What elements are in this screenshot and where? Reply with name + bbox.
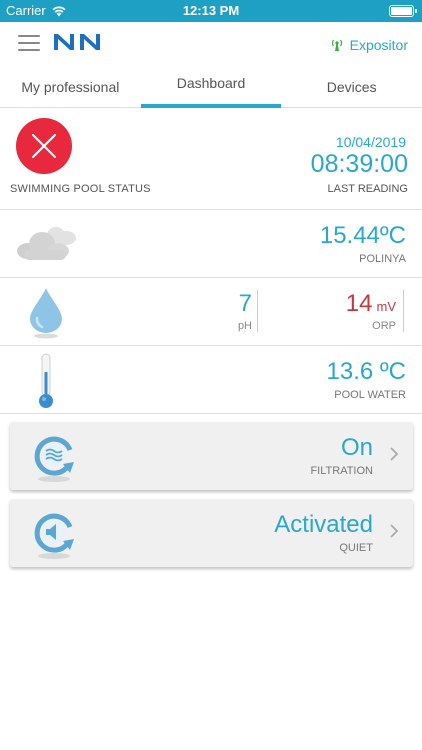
last-reading-time: 08:39:00	[310, 150, 408, 178]
status-time: 12:13 PM	[182, 3, 240, 18]
orp-divider	[403, 290, 404, 332]
last-reading-date: 10/04/2019	[335, 134, 406, 150]
quiet-mode-icon	[34, 513, 74, 559]
status-bar: Carrier 12:13 PM	[0, 0, 422, 22]
last-reading-label: LAST READING	[327, 183, 409, 195]
weather-location: POLINYA	[359, 253, 406, 265]
chevron-right-icon	[390, 524, 399, 538]
filtration-card[interactable]: On FILTRATION	[10, 422, 413, 490]
filtration-label: FILTRATION	[310, 465, 373, 477]
chevron-right-icon	[390, 447, 399, 461]
orp-label: ORP	[372, 320, 396, 332]
logo	[54, 34, 100, 50]
filtration-value: On	[340, 434, 373, 461]
pool-water-temperature: 13.6 ºC	[326, 358, 406, 385]
site-name: Expositor	[349, 37, 408, 53]
ph-label: pH	[237, 320, 252, 332]
battery-icon	[389, 5, 417, 17]
error-x-icon	[16, 118, 72, 174]
pool-status-row: SWIMMING POOL STATUS 10/04/2019 08:39:00…	[0, 108, 422, 210]
quiet-label: QUIET	[339, 542, 373, 554]
cloud-icon	[17, 227, 76, 260]
quiet-value: Activated	[274, 511, 373, 538]
site-selector[interactable]: Expositor	[330, 37, 408, 53]
orp-value: 14	[345, 290, 373, 317]
weather-row: 15.44ºC POLINYA	[0, 210, 422, 278]
pool-water-label: POOL WATER	[334, 389, 406, 401]
quiet-card[interactable]: Activated QUIET	[10, 499, 413, 567]
weather-temperature: 15.44ºC	[319, 222, 406, 249]
pool-water-row: 13.6 ºC POOL WATER	[0, 346, 422, 414]
signal-tower-icon	[331, 39, 342, 51]
water-drop-icon	[30, 288, 62, 339]
ph-value: 7	[238, 290, 252, 317]
tab-bar: My professional Dashboard Devices	[0, 66, 422, 108]
chemistry-row: 7 pH 14 mV ORP	[0, 278, 422, 346]
thermometer-icon	[39, 353, 53, 408]
app-header: Expositor	[0, 22, 422, 66]
ph-divider	[257, 290, 258, 332]
orp-reading: 14 mV	[346, 290, 396, 318]
tab-my-professional[interactable]: My professional	[0, 66, 141, 107]
orp-unit: mV	[376, 299, 397, 314]
filtration-icon	[34, 436, 74, 482]
menu-icon[interactable]	[18, 35, 40, 51]
tab-devices[interactable]: Devices	[281, 66, 422, 107]
pool-status-label: SWIMMING POOL STATUS	[10, 183, 151, 195]
tab-dashboard[interactable]: Dashboard	[140, 66, 282, 108]
